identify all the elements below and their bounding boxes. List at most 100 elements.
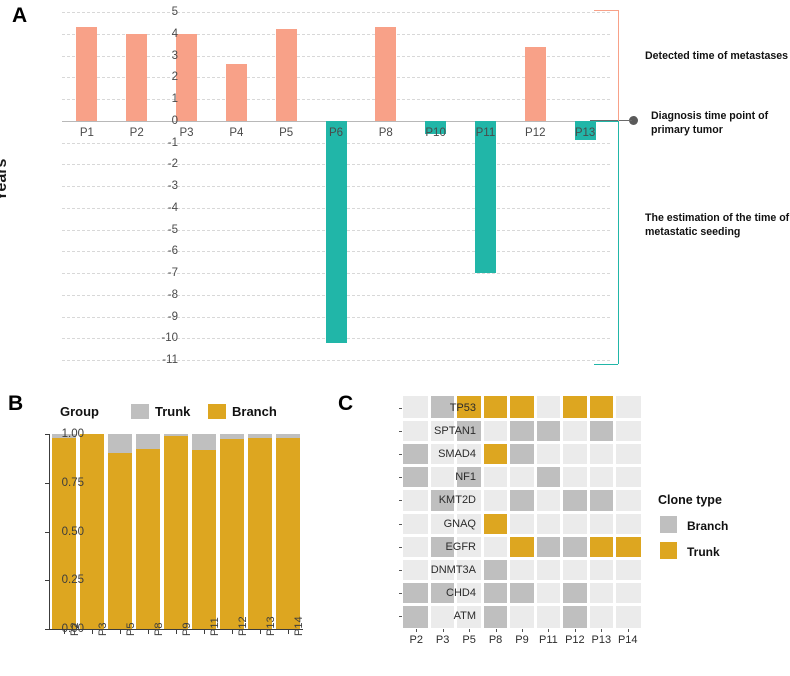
heatmap-cell-NF1-P11: [535, 465, 562, 489]
column-tick-mark: [574, 629, 576, 632]
heatmap-cell-SPTAN1-P9: [508, 419, 536, 443]
bar-P5: [275, 29, 297, 121]
y-axis-tick-label: -9: [167, 310, 178, 323]
bracket-detected-time: [618, 10, 619, 121]
x-axis-tick-mark: [64, 630, 65, 634]
row-label-ATM: ATM: [453, 610, 476, 623]
heatmap-cell-DNMT3A-P8: [482, 558, 509, 582]
y-axis-tick-label: 3: [171, 49, 178, 62]
x-axis-tick-label-P5: P5: [279, 126, 294, 139]
y-axis-tick-label: -7: [167, 267, 178, 279]
heatmap-cell-TP53-P13: [588, 396, 615, 420]
heatmap-cell-TP53-P8: [482, 396, 509, 420]
row-tick-mark: [399, 616, 402, 618]
bar-P8: [375, 27, 397, 121]
x-axis-tick-mark: [120, 630, 121, 634]
x-axis-tick-label-P9: P9: [181, 622, 193, 636]
stacked-bar-P14: [275, 434, 301, 629]
row-tick-mark: [399, 477, 402, 479]
bar-P11: [474, 120, 496, 273]
row-label-KMT2D: KMT2D: [438, 494, 476, 507]
y-axis-tick-label: 0: [171, 114, 178, 127]
segment-trunk: [247, 434, 273, 438]
x-axis-tick-label-P13: P13: [574, 126, 596, 139]
segment-trunk: [275, 434, 301, 439]
panel-b-letter: B: [8, 392, 24, 415]
heatmap-cell-EGFR-P11: [535, 535, 562, 559]
column-tick-mark: [627, 629, 629, 632]
stacked-bar-P8: [135, 434, 161, 629]
x-axis-tick-label-P1: P1: [79, 126, 94, 139]
stacked-bar-P12: [219, 434, 245, 629]
row-tick-mark: [399, 570, 402, 571]
x-axis-tick-label-P11: P11: [475, 126, 496, 139]
panel-c-legend-title: Clone type: [658, 493, 722, 507]
stacked-bar-P9: [163, 434, 189, 629]
y-axis-tick-label: -4: [167, 201, 178, 214]
bracket-detected-time-cap: [594, 10, 618, 11]
row-label-GNAQ: GNAQ: [443, 517, 476, 530]
panel-a-y-axis-label: Years: [0, 158, 10, 202]
column-tick-mark: [442, 629, 444, 632]
legend-key-trunk: [131, 404, 149, 419]
grid-separator-horizontal: [403, 533, 641, 537]
x-axis-tick-label-P5: P5: [125, 622, 137, 636]
heatmap-cell-TP53-P9: [508, 396, 536, 420]
heatmap-cell-KMT2D-P12: [561, 488, 589, 512]
row-tick-mark: [399, 593, 402, 595]
legend-label-trunk: Trunk: [155, 404, 191, 419]
row-tick-mark: [399, 430, 402, 432]
heatmap-cell-CHD4-P12: [561, 581, 589, 605]
x-axis-tick-mark: [260, 630, 261, 634]
legend-key-branch: [660, 516, 677, 533]
y-axis-tick-label: -8: [167, 288, 178, 301]
segment-trunk: [191, 434, 217, 450]
y-axis-tick-mark: [45, 434, 49, 435]
column-tick-mark: [548, 629, 550, 632]
heatmap-cell-EGFR-P9: [508, 535, 536, 559]
legend-key-branch: [208, 404, 226, 419]
grid-separator-horizontal: [403, 556, 641, 560]
panel-c-letter: C: [338, 392, 354, 415]
heatmap-cell-ATM-P8: [482, 604, 509, 628]
segment-branch: [247, 437, 273, 629]
column-tick-mark: [495, 629, 497, 632]
segment-trunk: [163, 434, 189, 436]
y-axis-tick-mark: [45, 482, 49, 484]
panel-b-plot-area: [50, 434, 302, 629]
row-tick-mark: [399, 523, 402, 525]
column-tick-mark: [601, 629, 603, 632]
heatmap-cell-SMAD4-P8: [482, 442, 509, 466]
x-axis-tick-mark: [92, 630, 93, 634]
bar-P1: [76, 27, 98, 121]
heatmap-cell-GNAQ-P8: [482, 512, 509, 536]
panel-a: A Years Detected time of metastases Diag…: [0, 0, 790, 382]
grid-separator-horizontal: [403, 487, 641, 491]
bracket-metastatic-seeding-cap: [594, 364, 618, 365]
stacked-bar-P5: [107, 434, 133, 629]
row-label-CHD4: CHD4: [446, 587, 476, 600]
x-axis-tick-mark: [148, 630, 149, 634]
x-axis-tick-label-P8: P8: [153, 622, 165, 636]
segment-branch: [275, 438, 301, 629]
row-label-NF1: NF1: [455, 471, 476, 484]
heatmap-cell-CHD4-P9: [508, 581, 536, 605]
row-label-EGFR: EGFR: [445, 540, 476, 553]
heatmap-cell-EGFR-P13: [588, 535, 615, 559]
x-axis-tick-label-P3: P3: [179, 126, 194, 139]
row-tick-mark: [399, 454, 402, 455]
column-tick-mark: [522, 629, 523, 632]
legend-key-trunk: [660, 542, 677, 559]
legend-label-branch: Branch: [232, 404, 277, 419]
heatmap-cell-KMT2D-P9: [508, 488, 536, 512]
heatmap-cell-EGFR-P14: [614, 535, 641, 559]
grid-separator-horizontal: [403, 440, 641, 444]
x-axis-tick-mark: [232, 630, 233, 634]
row-tick-mark: [399, 500, 402, 502]
row-label-DNMT3A: DNMT3A: [430, 564, 476, 576]
x-axis-tick-label-P2: P2: [129, 126, 144, 139]
heatmap-cell-SPTAN1-P13: [588, 419, 615, 443]
segment-trunk: [219, 434, 245, 439]
x-axis-tick-label-P11: P11: [209, 617, 221, 636]
column-label-P14: P14: [617, 634, 638, 646]
